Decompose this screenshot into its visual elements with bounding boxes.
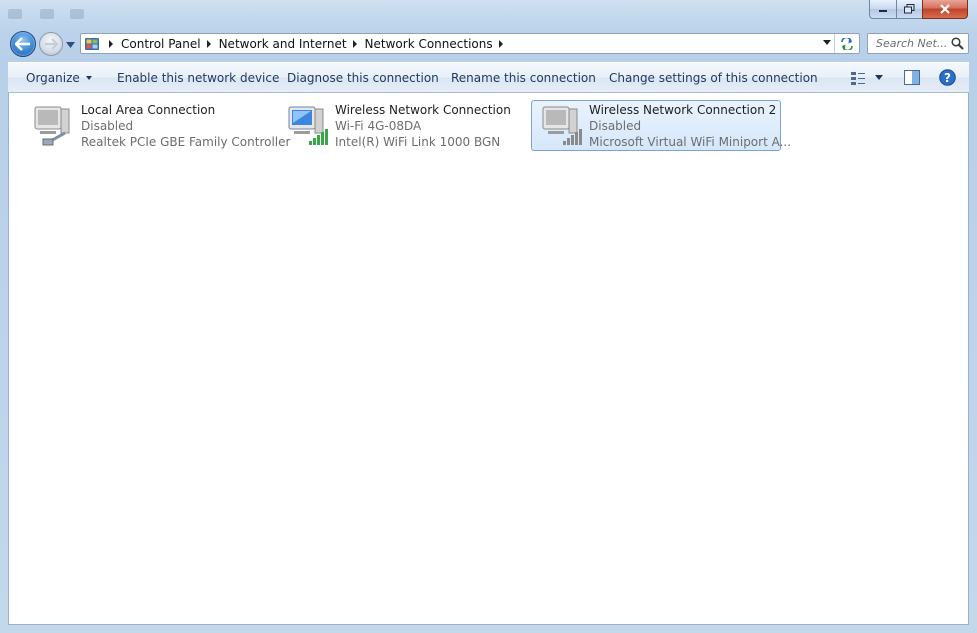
connection-status: Disabled [589,119,642,133]
forward-arrow-icon [45,38,58,50]
breadcrumb-control-panel[interactable]: Control Panel [121,37,201,51]
connection-name: Wireless Network Connection [335,103,511,117]
refresh-icon [841,37,853,50]
minimize-button[interactable] [869,0,896,19]
search-input[interactable] [868,34,956,53]
connection-item-wireless[interactable]: Wireless Network Connection Wi-Fi 4G-08D… [277,100,523,151]
connection-item-wireless-2[interactable]: Wireless Network Connection 2 Disabled M… [531,100,791,151]
help-icon[interactable]: ? [939,69,956,86]
refresh-button[interactable] [834,34,859,53]
search-icon[interactable] [951,37,964,50]
connection-name: Wireless Network Connection 2 [589,103,777,117]
caption-buttons [869,0,968,20]
restore-icon [904,4,915,14]
breadcrumb-separator[interactable] [352,39,357,48]
connections-list: Local Area Connection Disabled Realtek P… [8,93,969,625]
forward-button[interactable] [39,32,63,56]
close-button[interactable] [922,0,968,19]
chevron-down-icon [65,42,75,48]
maximize-button[interactable] [896,0,922,19]
recent-pages-dropdown[interactable] [65,40,75,50]
breadcrumb-separator[interactable] [206,39,211,48]
breadcrumb-separator[interactable] [498,39,503,48]
breadcrumb-separator[interactable] [109,39,113,48]
close-icon [940,4,950,14]
wireless-network-icon [288,106,328,145]
breadcrumb-network-and-internet[interactable]: Network and Internet [219,37,347,51]
back-arrow-icon [15,37,30,51]
chevron-down-icon[interactable] [875,75,883,80]
connection-status: Wi-Fi 4G-08DA [335,119,422,133]
command-bar: Organize Enable this network device Diag… [8,62,969,93]
breadcrumb: Control Panel Network and Internet Netwo… [103,34,511,53]
wireless-network-disabled-icon [542,106,582,145]
change-settings-button[interactable]: Change settings of this connection [609,63,818,93]
window-frame: Control Panel Network and Internet Netwo… [0,0,977,633]
connection-device: Realtek PCIe GBE Family Controller [81,135,291,149]
connection-device: Intel(R) WiFi Link 1000 BGN [335,135,501,149]
diagnose-connection-button[interactable]: Diagnose this connection [287,63,439,93]
address-history-dropdown[interactable] [823,40,831,45]
enable-network-device-button[interactable]: Enable this network device [117,63,279,93]
organize-menu[interactable]: Organize [26,63,92,93]
connection-item-local-area[interactable]: Local Area Connection Disabled Realtek P… [23,100,290,151]
rename-connection-button[interactable]: Rename this connection [451,63,596,93]
preview-pane-icon[interactable] [904,70,920,85]
connection-status: Disabled [81,119,134,133]
minimize-icon [879,10,887,12]
connection-name: Local Area Connection [81,103,216,117]
control-panel-icon [85,38,99,50]
breadcrumb-network-connections[interactable]: Network Connections [365,37,493,51]
back-button[interactable] [10,31,36,57]
svg-text:?: ? [944,71,951,85]
chevron-down-icon [85,76,92,80]
address-bar[interactable]: Control Panel Network and Internet Netwo… [80,33,860,54]
connection-device: Microsoft Virtual WiFi Miniport A... [589,135,792,149]
background-window-ghost [0,0,300,28]
change-view-icon[interactable] [850,70,866,86]
wired-network-icon [34,106,70,146]
search-box [867,33,969,54]
organize-label: Organize [26,71,80,85]
